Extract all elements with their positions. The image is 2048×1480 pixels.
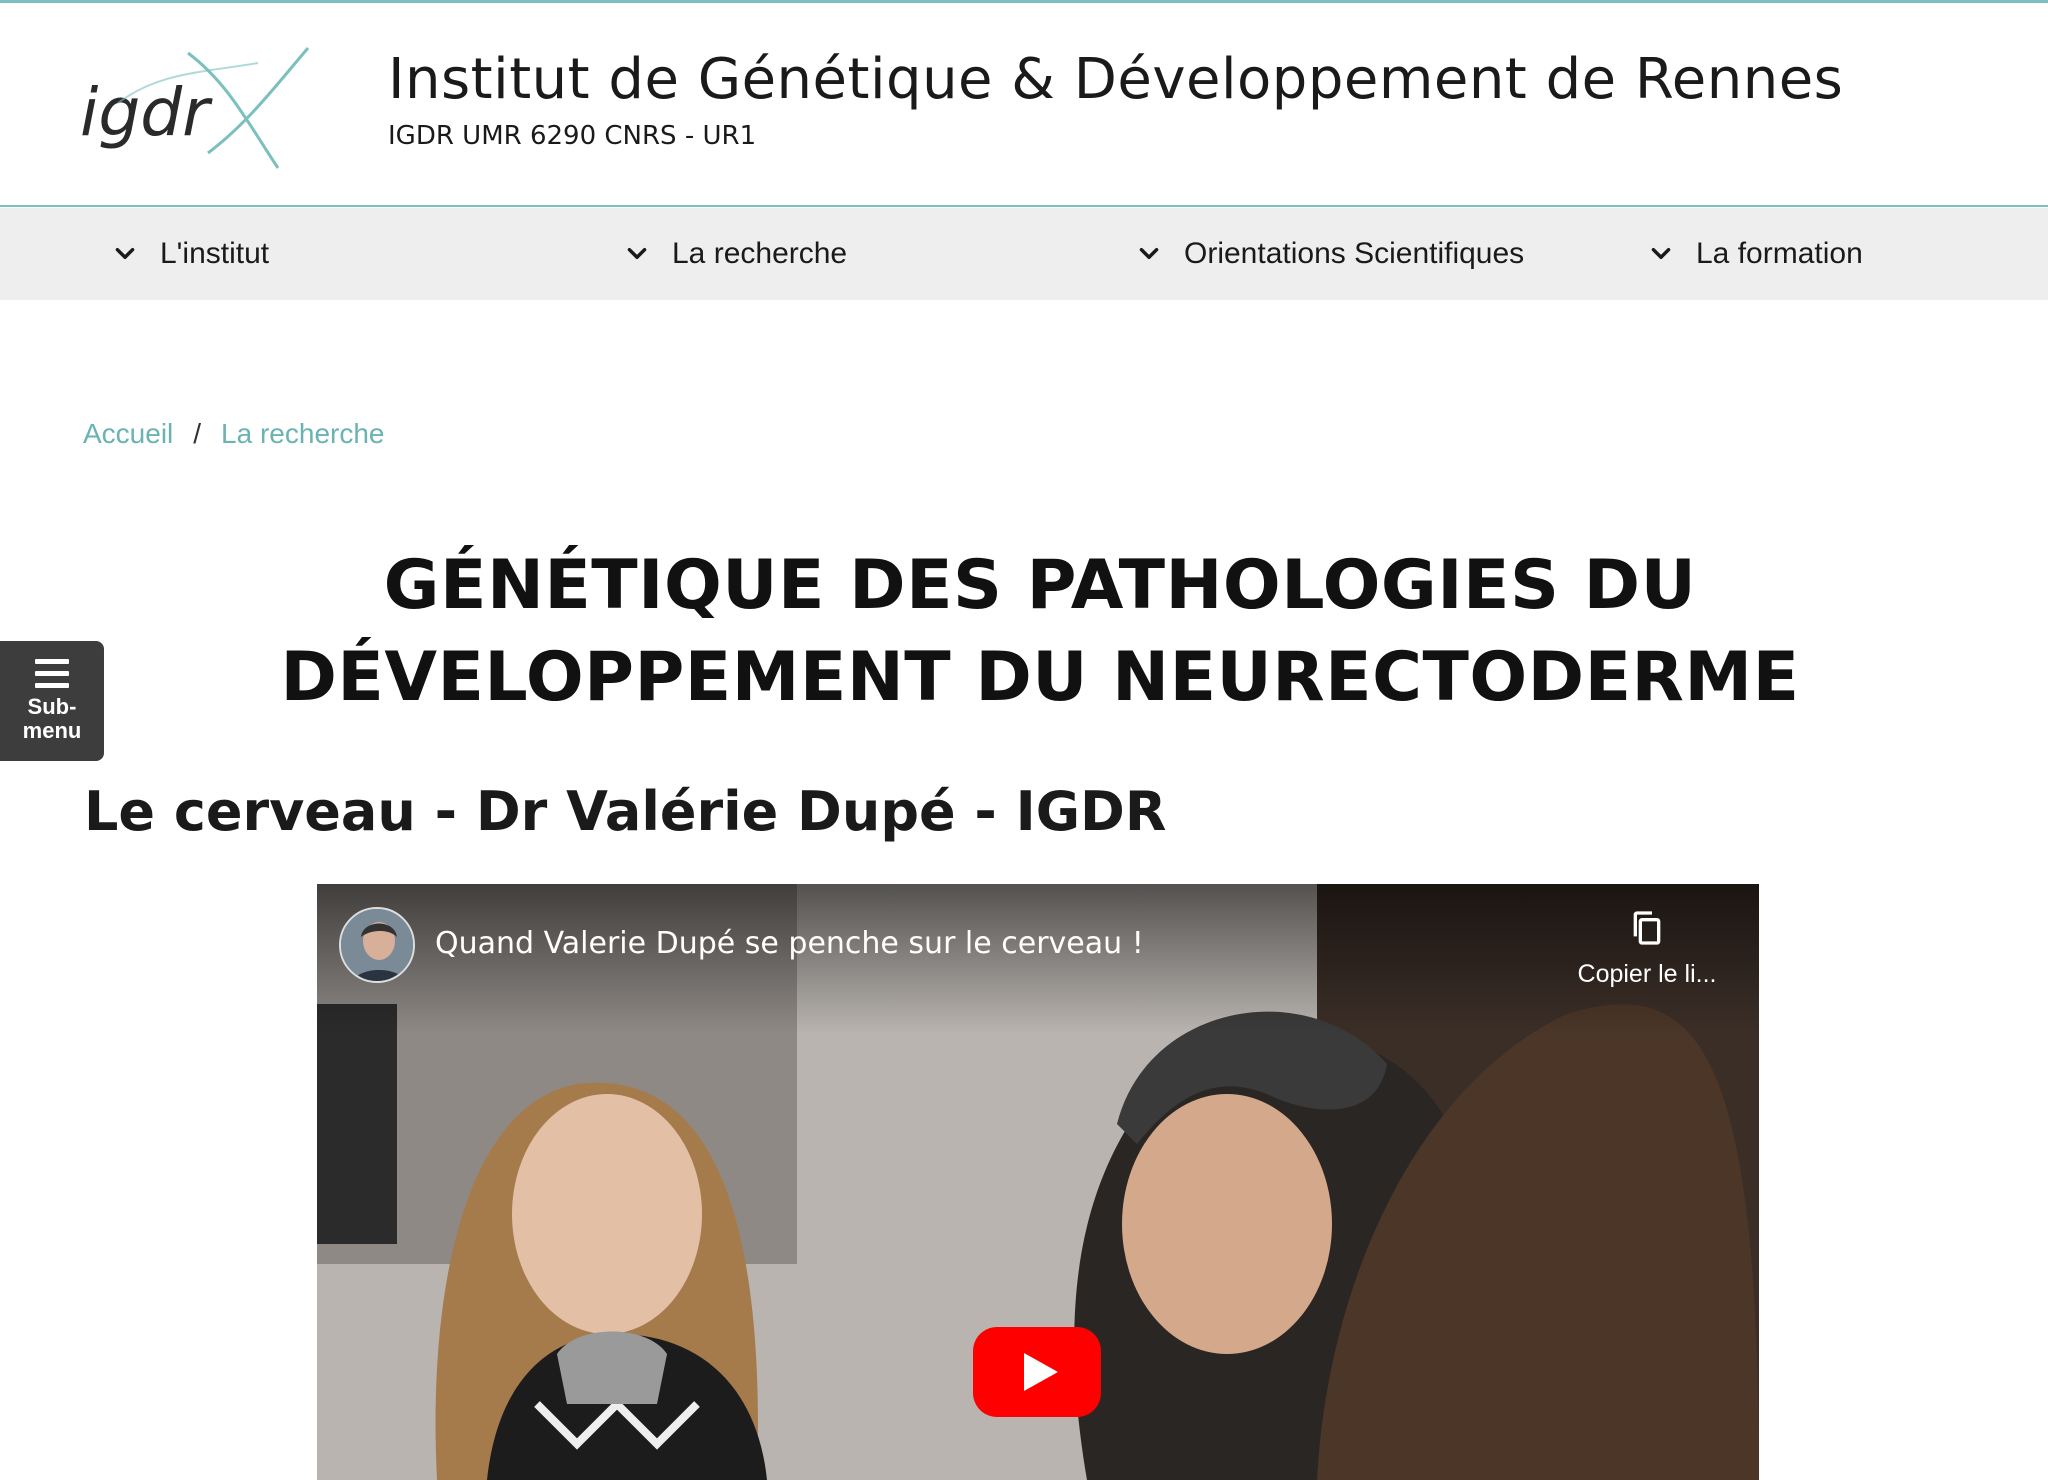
nav-item-recherche[interactable]: La recherche (624, 208, 847, 300)
youtube-play-icon (973, 1327, 1101, 1417)
nav-item-label: Orientations Scientifiques (1184, 237, 1525, 270)
breadcrumb: Accueil / La recherche (83, 418, 384, 450)
submenu-button[interactable]: Sub-menu (0, 641, 104, 761)
nav-item-institut[interactable]: L'institut (112, 208, 269, 300)
breadcrumb-link-home[interactable]: Accueil (83, 418, 173, 450)
chevron-down-icon (627, 247, 647, 259)
igdr-logo[interactable]: igdr (78, 43, 314, 173)
main-nav: L'institut La recherche Orientations Sci… (0, 208, 2048, 300)
play-button[interactable] (973, 1327, 1101, 1417)
logo-graphic: igdr (80, 47, 310, 169)
channel-avatar[interactable] (339, 907, 415, 983)
nav-item-label: La formation (1696, 237, 1863, 270)
nav-item-label: L'institut (160, 237, 270, 270)
header-divider (0, 205, 2048, 207)
page-title: GÉNÉTIQUE DES PATHOLOGIES DU DÉVELOPPEME… (280, 546, 1800, 717)
hamburger-icon (35, 659, 69, 689)
copy-link-button[interactable]: Copier le li... (1547, 908, 1747, 998)
site-header: igdr Institut de Génétique & Développeme… (0, 3, 2048, 207)
breadcrumb-link-recherche[interactable]: La recherche (221, 418, 384, 450)
nav-item-label: La recherche (672, 237, 848, 270)
copy-icon (1633, 911, 1661, 945)
video-player[interactable]: Quand Valerie Dupé se penche sur le cerv… (317, 884, 1759, 1480)
site-subtitle: IGDR UMR 6290 CNRS - UR1 (388, 121, 757, 151)
video-title-link[interactable]: Quand Valerie Dupé se penche sur le cerv… (435, 926, 1144, 961)
video-section-heading: Le cerveau - Dr Valérie Dupé - IGDR (84, 780, 1167, 843)
submenu-label: Sub-menu (22, 694, 82, 743)
chevron-down-icon (1139, 247, 1159, 259)
chevron-down-icon (1651, 247, 1671, 259)
nav-item-orientations[interactable]: Orientations Scientifiques (1136, 208, 1524, 300)
breadcrumb-separator: / (193, 418, 202, 449)
copy-link-label: Copier le li... (1577, 960, 1717, 988)
site-title: Institut de Génétique & Développement de… (388, 47, 1844, 112)
chevron-down-icon (115, 247, 135, 259)
nav-item-formation[interactable]: La formation (1648, 208, 1863, 300)
